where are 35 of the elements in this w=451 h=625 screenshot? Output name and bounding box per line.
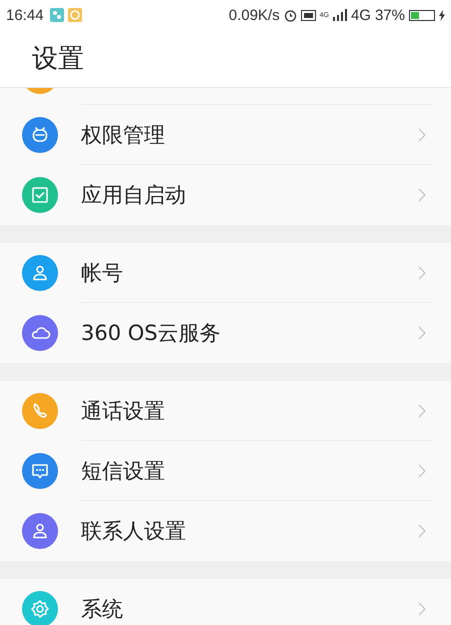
chevron-icon xyxy=(418,524,426,538)
chevron-icon xyxy=(418,602,426,616)
chevron-icon xyxy=(418,188,426,202)
item-label: 应用自启动 xyxy=(81,182,186,209)
notification-icon xyxy=(50,8,64,22)
chevron-icon xyxy=(418,404,426,418)
settings-item[interactable]: 联系人设置 xyxy=(0,501,451,561)
chevron-icon xyxy=(418,326,426,340)
signal-icon xyxy=(332,9,347,21)
network-speed: 0.09K/s xyxy=(228,6,280,24)
item-label: 360 OS云服务 xyxy=(81,320,221,347)
battery-percent: 37% xyxy=(374,6,405,24)
battery-icon xyxy=(409,10,435,20)
item-label: 权限管理 xyxy=(81,122,165,148)
settings-item[interactable]: 帐号 xyxy=(0,243,451,303)
network-type: 4G xyxy=(350,6,371,24)
chevron-icon xyxy=(418,266,426,280)
settings-item[interactable]: 权限管理 xyxy=(0,105,451,165)
hd-icon xyxy=(300,10,316,20)
page-title: 设置 xyxy=(32,43,84,76)
item-label: 短信设置 xyxy=(81,458,165,484)
chevron-icon xyxy=(418,128,426,142)
settings-item[interactable]: 360 OS云服务 xyxy=(0,303,451,363)
chevron-icon xyxy=(418,464,426,478)
settings-item[interactable]: 通话设置 xyxy=(0,381,451,441)
settings-item[interactable]: 应用自启动 xyxy=(0,165,451,225)
alarm-icon xyxy=(284,8,297,22)
item-label: 通话设置 xyxy=(81,398,165,424)
item-label: 联系人设置 xyxy=(81,518,186,545)
settings-item[interactable]: 系统 xyxy=(0,579,451,625)
clock-time: 16:44 xyxy=(6,6,44,24)
notification-icon xyxy=(68,8,82,22)
item-label: 系统 xyxy=(81,596,123,623)
settings-item[interactable]: 短信设置 xyxy=(0,441,451,501)
item-label: 帐号 xyxy=(81,260,123,286)
